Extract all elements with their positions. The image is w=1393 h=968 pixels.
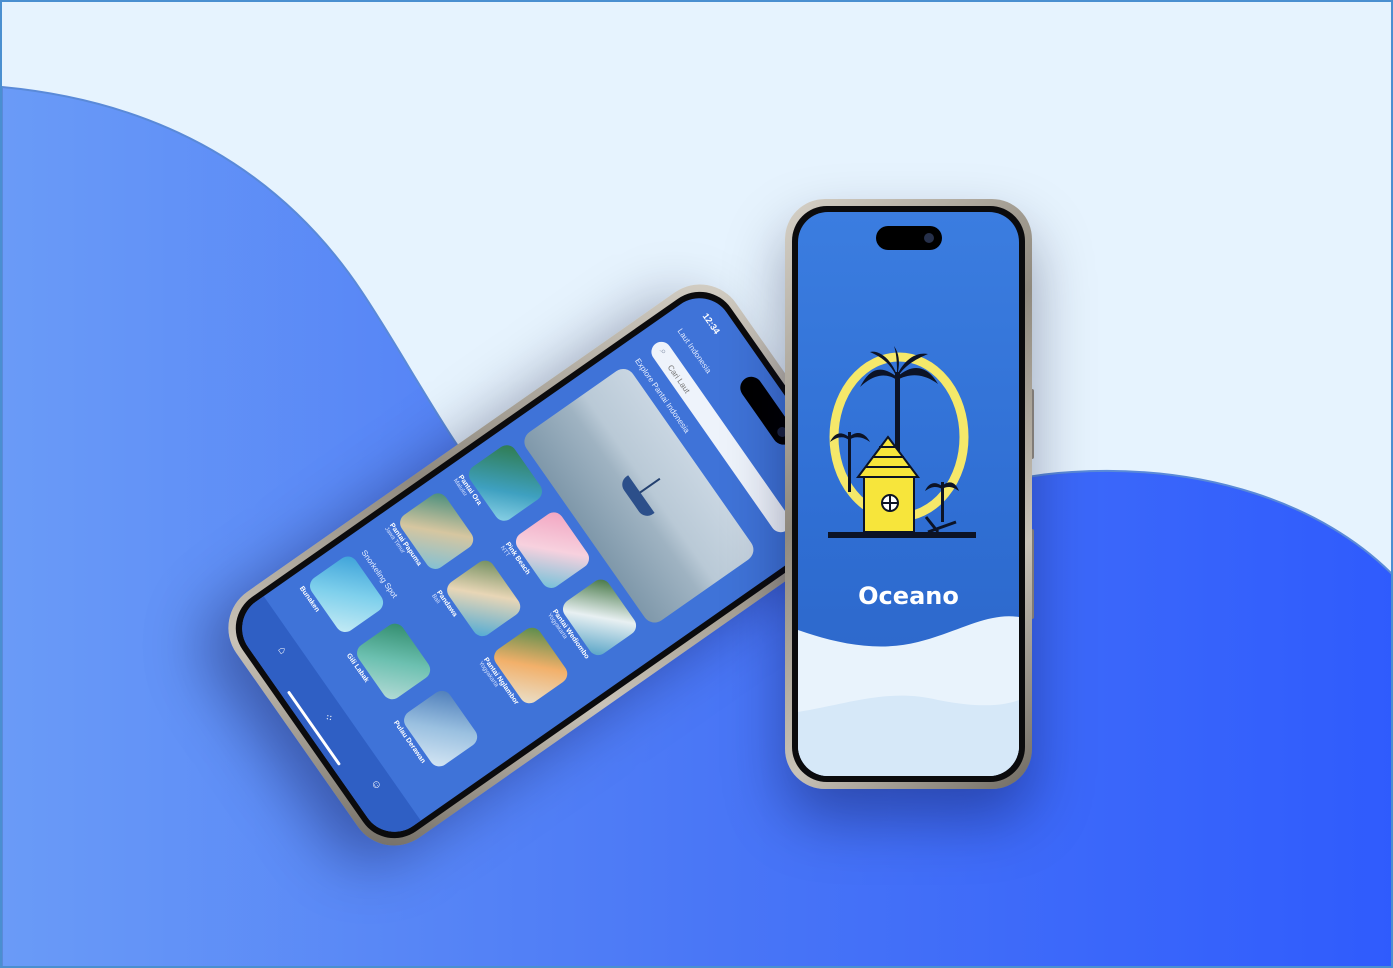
boat-mast bbox=[638, 477, 661, 495]
app-brand-name: Oceano bbox=[858, 582, 959, 610]
status-time: 12:34 bbox=[700, 311, 722, 336]
app-splash-screen: Oceano bbox=[798, 212, 1019, 776]
palm-hut-sun-logo bbox=[798, 346, 1019, 776]
ground-line bbox=[828, 532, 976, 538]
foam-wave-lower bbox=[798, 695, 1019, 776]
grid-icon[interactable]: ⁘ bbox=[315, 702, 343, 734]
boat-shape bbox=[618, 475, 655, 520]
home-icon[interactable]: ⌂ bbox=[269, 635, 296, 666]
phone-mockup-splash-screen: Oceano bbox=[785, 199, 1034, 789]
dynamic-island bbox=[875, 226, 942, 250]
search-icon: ⌕ bbox=[656, 346, 670, 358]
profile-icon[interactable]: ☺ bbox=[363, 769, 390, 800]
hut-icon bbox=[856, 435, 920, 533]
mockup-stage: 12:34 ▮ ◔ ▭ Laut Indonesia M ⌕ Explore P… bbox=[0, 0, 1393, 968]
